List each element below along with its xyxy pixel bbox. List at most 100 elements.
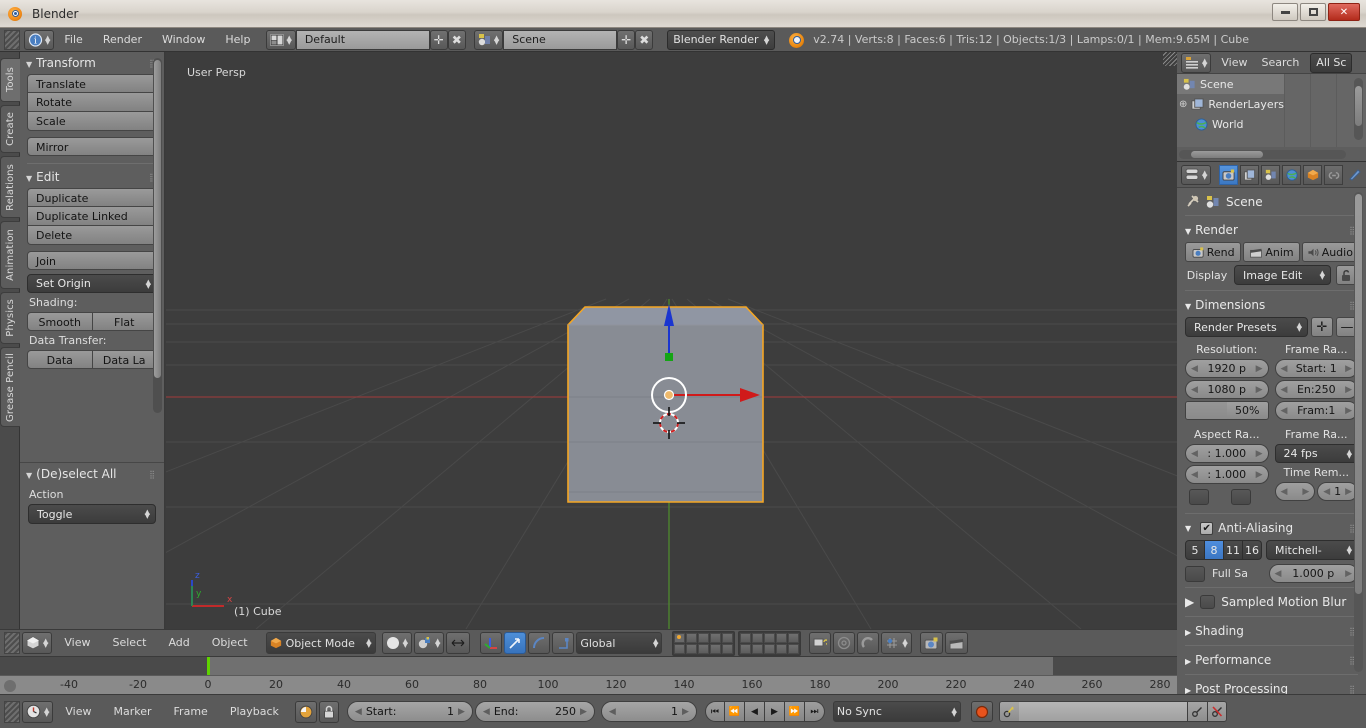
aa-sample-16[interactable]: 16 [1243,540,1262,560]
resolution-y-field[interactable]: ◀ 1080 p ▶ [1185,380,1269,399]
tab-physics[interactable]: Physics [0,292,20,344]
add-screen-button[interactable]: ✛ [430,30,448,50]
delete-screen-button[interactable]: ✖ [448,30,466,50]
frame-end-prop-field[interactable]: ◀ En:250 ▶ [1275,380,1359,399]
outliner-row-renderlayers[interactable]: ⊕ RenderLayers [1177,94,1366,114]
add-preset-button[interactable]: ✛ [1311,317,1333,337]
panel-header-antialiasing[interactable]: ▼ ✔ Anti-Aliasing ⣿ [1177,516,1366,540]
outliner-display-mode[interactable]: All Sc [1310,53,1352,73]
area-corner-widget[interactable] [4,30,20,50]
play-reverse-button[interactable]: ◀ [745,701,765,722]
timeline-playhead[interactable] [207,657,210,675]
aa-size-field[interactable]: ◀ 1.000 p ▶ [1269,564,1359,583]
timeline-strip[interactable]: -40 -20 0 20 40 60 80 100 120 140 160 18… [0,657,1177,694]
display-mode-selector[interactable]: Image Edit ▲▼ [1234,265,1331,285]
menu-window[interactable]: Window [152,28,215,52]
rotate-manipulator-button[interactable] [528,632,550,654]
scene-layers-widget[interactable] [672,631,801,656]
jump-to-start-button[interactable]: ⏮ [705,701,725,722]
tab-tools[interactable]: Tools [0,58,20,102]
tl-menu-view[interactable]: View [55,701,101,723]
crop-toggle[interactable] [1231,489,1251,505]
outliner-menu-search[interactable]: Search [1258,56,1304,69]
editor-type-selector[interactable]: i ▲▼ [24,30,54,50]
scene-icon-button[interactable]: ▲▼ [474,30,503,50]
layer-group-1[interactable] [672,631,735,656]
editor-type-selector-properties[interactable]: ▲▼ [1181,165,1211,185]
snap-during-transform-toggle[interactable] [446,632,470,654]
antialiasing-checkbox[interactable]: ✔ [1200,522,1213,535]
delete-keyframe-button[interactable] [1207,701,1227,722]
manipulator-toggle[interactable] [480,632,502,654]
panel-header-dimensions[interactable]: ▼Dimensions ⣿ [1177,293,1366,317]
lock-timeline-button[interactable] [319,701,339,723]
vp-menu-select[interactable]: Select [103,632,157,654]
outliner-hscrollbar[interactable] [1179,150,1346,159]
editor-type-selector-outliner[interactable]: ▲▼ [1181,53,1211,73]
time-remap-new-field[interactable]: ◀ 1 ▶ [1317,482,1358,501]
aspect-y-field[interactable]: ◀ : 1.000 ▶ [1185,465,1269,484]
proportional-edit-button[interactable] [833,632,855,654]
toolshelf-scrollbar[interactable] [153,58,162,413]
menu-render[interactable]: Render [93,28,152,52]
snap-magnet-button[interactable] [857,632,879,654]
panel-header-sampled-motion-blur[interactable]: ▶ Sampled Motion Blur [1177,590,1366,614]
properties-tab-modifiers[interactable] [1345,165,1364,185]
frame-start-prop-field[interactable]: ◀ Start: 1 ▶ [1275,359,1359,378]
tab-relations[interactable]: Relations [0,156,20,218]
render-image-button[interactable]: Rend [1185,242,1241,262]
outliner-row-scene[interactable]: Scene [1177,74,1284,94]
render-audio-button[interactable]: Audio [1302,242,1358,262]
resolution-x-field[interactable]: ◀ 1920 p ▶ [1185,359,1269,378]
properties-tab-object[interactable] [1303,165,1322,185]
area-corner-widget[interactable] [4,701,20,723]
scale-manipulator-button[interactable] [552,632,574,654]
play-button[interactable]: ▶ [765,701,785,722]
auto-keyframe-button[interactable] [295,701,317,723]
aa-sample-5[interactable]: 5 [1185,540,1205,560]
render-animation-button[interactable]: Anim [1243,242,1299,262]
close-button[interactable]: ✕ [1328,3,1360,21]
auto-keying-record-button[interactable] [971,701,993,722]
aa-sample-8[interactable]: 8 [1205,540,1224,560]
delete-scene-button[interactable]: ✖ [635,30,653,50]
vp-menu-object[interactable]: Object [202,632,258,654]
outliner-vscrollbar[interactable] [1354,78,1363,140]
aa-filter-selector[interactable]: Mitchell- ▲▼ [1266,540,1358,560]
tl-menu-playback[interactable]: Playback [220,701,289,723]
button-delete[interactable]: Delete [27,226,157,245]
properties-tab-render[interactable] [1219,165,1238,185]
screen-layout-name[interactable]: Default [296,30,430,50]
button-data[interactable]: Data [27,350,93,369]
insert-keyframe-button[interactable] [1187,701,1207,722]
render-engine-selector[interactable]: Blender Render ▲▼ [667,30,775,50]
aa-sample-11[interactable]: 11 [1224,540,1243,560]
editor-type-selector-3dview[interactable]: ▲▼ [22,632,52,654]
menu-help[interactable]: Help [215,28,260,52]
aspect-x-field[interactable]: ◀ : 1.000 ▶ [1185,444,1269,463]
outliner-tree[interactable]: Scene ⊕ RenderLayers World [1177,74,1366,147]
screen-layout-icon-button[interactable]: ▲▼ [266,30,295,50]
sync-mode-selector[interactable]: No Sync ▲▼ [833,701,961,722]
render-presets-selector[interactable]: Render Presets ▲▼ [1185,317,1308,337]
tl-menu-marker[interactable]: Marker [104,701,162,723]
frame-rate-selector[interactable]: 24 fps ▲▼ [1275,444,1359,463]
properties-tab-constraints[interactable] [1324,165,1343,185]
expand-icon[interactable]: ⊕ [1179,99,1187,110]
panel-header-performance[interactable]: ▶Performance ⣿ [1177,648,1366,672]
layer-group-2[interactable] [738,631,801,656]
snap-target-selector[interactable]: ▲▼ [881,632,911,654]
outliner-menu-view[interactable]: View [1214,56,1254,69]
translate-manipulator-button[interactable] [504,632,526,654]
motion-blur-checkbox[interactable] [1200,595,1215,609]
area-corner-widget[interactable] [4,632,20,654]
pivot-point-selector[interactable]: ▲▼ [414,632,444,654]
button-duplicate[interactable]: Duplicate [27,188,157,207]
panel-header-transform[interactable]: ▼Transform ⣿ [20,52,164,74]
panel-header-render[interactable]: ▼Render ⣿ [1177,218,1366,242]
frame-start-field[interactable]: ◀ Start: 1 ▶ [347,701,473,722]
resolution-percentage-field[interactable]: 50% [1185,401,1269,420]
pin-icon[interactable] [1185,194,1200,209]
viewport-shading-selector[interactable]: ▲▼ [382,632,412,654]
tl-menu-frame[interactable]: Frame [164,701,218,723]
